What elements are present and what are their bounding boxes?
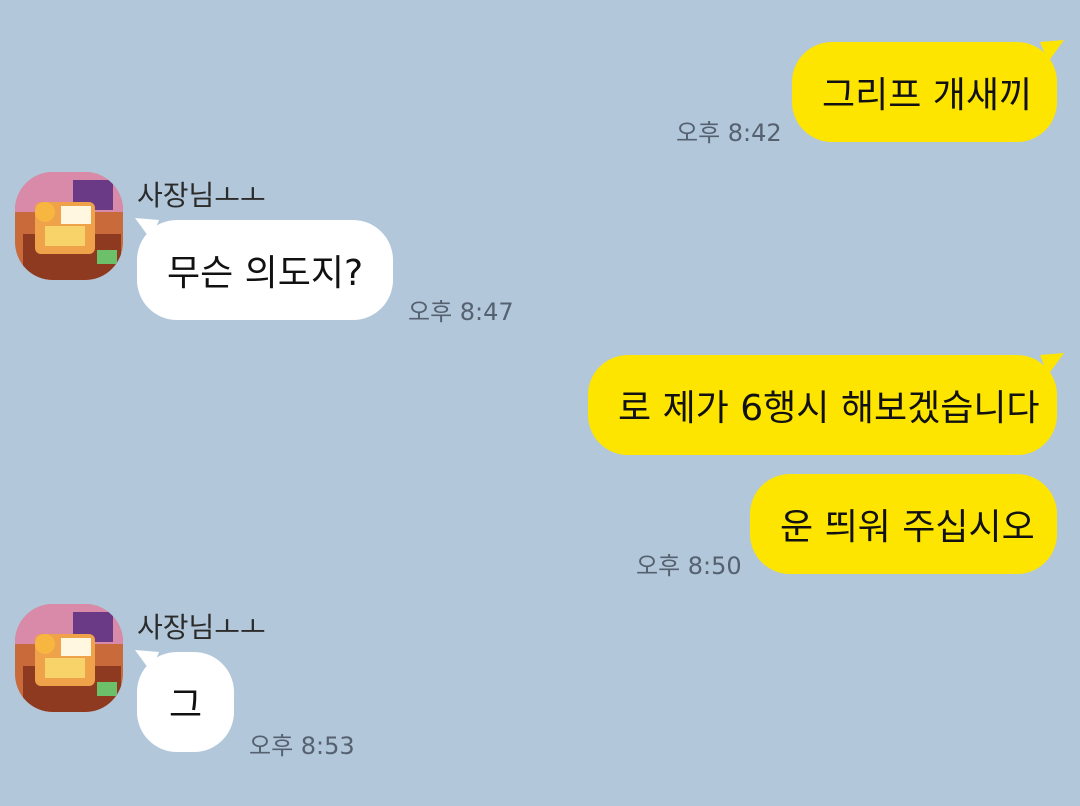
message-timestamp: 오후 8:42 — [676, 119, 782, 147]
message-text: 무슨 의도지? — [167, 253, 364, 294]
message-text: 그 — [168, 685, 203, 726]
bubble-tail — [1040, 353, 1064, 375]
sender-name: 사장님ㅗㅗ — [137, 179, 266, 212]
sender-name: 사장님ㅗㅗ — [137, 611, 266, 644]
message-text: 로 제가 6행시 해보겠습니다 — [618, 388, 1040, 429]
bubble-tail — [1040, 40, 1064, 62]
my-message-bubble[interactable]: 그리프 개새끼 — [792, 42, 1057, 142]
message-text: 운 띄워 주십시오 — [780, 507, 1035, 548]
my-message-bubble[interactable]: 운 띄워 주십시오 — [750, 474, 1057, 574]
message-timestamp: 오후 8:50 — [636, 552, 742, 580]
profile-avatar-icon[interactable] — [15, 604, 123, 712]
message-text: 그리프 개새끼 — [822, 75, 1033, 116]
message-timestamp: 오후 8:53 — [249, 732, 355, 760]
profile-avatar-icon[interactable] — [15, 172, 123, 280]
message-timestamp: 오후 8:47 — [408, 298, 514, 326]
their-message-bubble[interactable]: 무슨 의도지? — [137, 220, 393, 320]
their-message-bubble[interactable]: 그 — [137, 652, 234, 752]
my-message-bubble[interactable]: 로 제가 6행시 해보겠습니다 — [588, 355, 1057, 455]
